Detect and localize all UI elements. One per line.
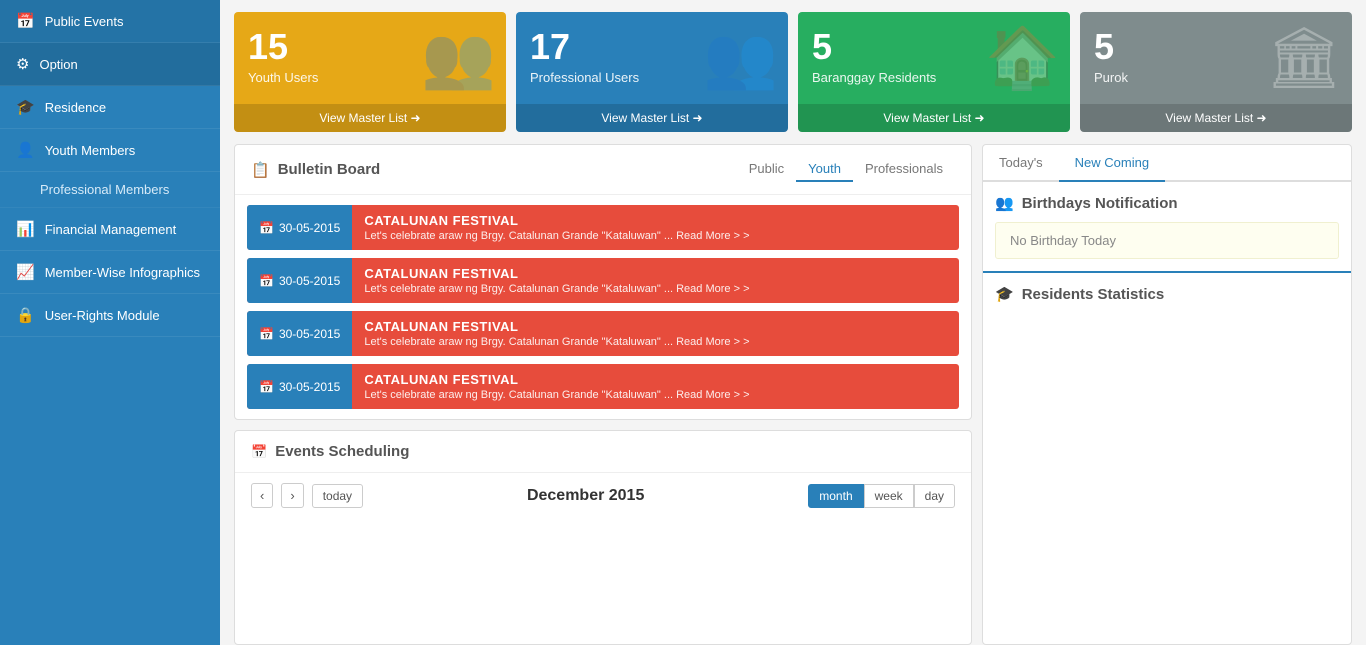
purok-bg-icon: 🏛 <box>1266 22 1342 93</box>
tab-new-coming[interactable]: New Coming <box>1059 145 1165 182</box>
calendar-events-icon: 📅 <box>251 444 267 460</box>
stat-card-purok: 🏛 5 Purok View Master List ➜ <box>1080 12 1352 132</box>
youth-users-bg-icon: 👥 <box>421 22 496 93</box>
bulletin-text: CATALUNAN FESTIVAL Let's celebrate araw … <box>352 205 761 250</box>
residents-statistics-title: 🎓 Residents Statistics <box>995 285 1339 303</box>
no-birthday-message: No Birthday Today <box>995 222 1339 259</box>
sidebar-item-label: Option <box>39 57 77 72</box>
purok-view-link[interactable]: View Master List ➜ <box>1080 104 1352 132</box>
bulletin-board-panel: 📋 Bulletin Board Public Youth Profession… <box>234 144 972 420</box>
calendar-month-view-button[interactable]: month <box>808 484 863 508</box>
events-scheduling-panel: 📅 Events Scheduling ‹ › today December 2… <box>234 430 972 645</box>
sidebar-item-user-rights-module[interactable]: 🔒 User-Rights Module <box>0 294 220 337</box>
tab-public[interactable]: Public <box>737 157 796 182</box>
sidebar: 📅 Public Events ⚙ Option 🎓 Residence 👤 Y… <box>0 0 220 645</box>
left-column: 📋 Bulletin Board Public Youth Profession… <box>234 144 972 645</box>
tab-todays[interactable]: Today's <box>983 145 1059 182</box>
sidebar-item-youth-members[interactable]: 👤 Youth Members <box>0 129 220 172</box>
calendar-next-button[interactable]: › <box>281 483 303 508</box>
calendar-week-view-button[interactable]: week <box>864 484 914 508</box>
sidebar-item-residence[interactable]: 🎓 Residence <box>0 86 220 129</box>
bulletin-date: 📅 30-05-2015 <box>247 258 352 303</box>
sidebar-item-label: Professional Members <box>40 182 169 197</box>
bulletin-board-header: 📋 Bulletin Board Public Youth Profession… <box>235 145 971 195</box>
sidebar-item-member-wise-infographics[interactable]: 📈 Member-Wise Infographics <box>0 251 220 294</box>
bulletin-date: 📅 30-05-2015 <box>247 364 352 409</box>
sidebar-item-public-events[interactable]: 📅 Public Events <box>0 0 220 43</box>
residence-icon: 🎓 <box>16 98 35 116</box>
bulletin-date: 📅 30-05-2015 <box>247 311 352 356</box>
public-events-icon: 📅 <box>16 12 35 30</box>
stat-card-baranggay-residents: 🏠 5 Baranggay Residents View Master List… <box>798 12 1070 132</box>
right-panel: Today's New Coming 👥 Birthdays Notificat… <box>982 144 1352 645</box>
calendar-icon: 📅 <box>259 380 274 394</box>
calendar-prev-button[interactable]: ‹ <box>251 483 273 508</box>
option-icon: ⚙ <box>16 55 29 73</box>
sidebar-item-label: Residence <box>45 100 106 115</box>
calendar-icon: 📅 <box>259 274 274 288</box>
bulletin-item[interactable]: 📅 30-05-2015 CATALUNAN FESTIVAL Let's ce… <box>247 364 959 409</box>
youth-users-view-link[interactable]: View Master List ➜ <box>234 104 506 132</box>
youth-members-icon: 👤 <box>16 141 35 159</box>
birthdays-icon: 👥 <box>995 194 1014 212</box>
tab-professionals[interactable]: Professionals <box>853 157 955 182</box>
stat-card-professional-users: 👥 17 Professional Users View Master List… <box>516 12 788 132</box>
baranggay-residents-bg-icon: 🏠 <box>985 22 1060 93</box>
tab-youth[interactable]: Youth <box>796 157 853 182</box>
sidebar-item-label: Youth Members <box>45 143 136 158</box>
middle-row: 📋 Bulletin Board Public Youth Profession… <box>220 144 1366 645</box>
events-scheduling-title: Events Scheduling <box>275 443 409 460</box>
birthdays-notification-title: 👥 Birthdays Notification <box>995 194 1339 212</box>
user-rights-icon: 🔒 <box>16 306 35 324</box>
sidebar-item-label: User-Rights Module <box>45 308 160 323</box>
bulletin-items-list: 📅 30-05-2015 CATALUNAN FESTIVAL Let's ce… <box>235 195 971 419</box>
sidebar-item-professional-members[interactable]: Professional Members <box>0 172 220 208</box>
professional-users-bg-icon: 👥 <box>703 22 778 93</box>
sidebar-item-label: Financial Management <box>45 222 177 237</box>
calendar-month-title: December 2015 <box>371 487 800 505</box>
bulletin-text: CATALUNAN FESTIVAL Let's celebrate araw … <box>352 364 761 409</box>
stat-card-youth-users: 👥 15 Youth Users View Master List ➜ <box>234 12 506 132</box>
calendar-icon: 📅 <box>259 221 274 235</box>
calendar-day-view-button[interactable]: day <box>914 484 955 508</box>
baranggay-residents-view-link[interactable]: View Master List ➜ <box>798 104 1070 132</box>
stat-cards-row: 👥 15 Youth Users View Master List ➜ 👥 17… <box>220 0 1366 144</box>
bulletin-date: 📅 30-05-2015 <box>247 205 352 250</box>
birthdays-section: 👥 Birthdays Notification No Birthday Tod… <box>983 182 1351 271</box>
right-panel-tabs: Today's New Coming <box>983 145 1351 182</box>
bulletin-item[interactable]: 📅 30-05-2015 CATALUNAN FESTIVAL Let's ce… <box>247 311 959 356</box>
residents-stats-icon: 🎓 <box>995 285 1014 303</box>
main-content: 👥 15 Youth Users View Master List ➜ 👥 17… <box>220 0 1366 645</box>
calendar-icon: 📅 <box>259 327 274 341</box>
bulletin-item[interactable]: 📅 30-05-2015 CATALUNAN FESTIVAL Let's ce… <box>247 205 959 250</box>
calendar-today-button[interactable]: today <box>312 484 363 508</box>
calendar-view-buttons: month week day <box>808 484 955 508</box>
financial-management-icon: 📊 <box>16 220 35 238</box>
bulletin-board-title: 📋 Bulletin Board <box>251 161 380 179</box>
bulletin-item[interactable]: 📅 30-05-2015 CATALUNAN FESTIVAL Let's ce… <box>247 258 959 303</box>
bulletin-text: CATALUNAN FESTIVAL Let's celebrate araw … <box>352 258 761 303</box>
infographics-icon: 📈 <box>16 263 35 281</box>
sidebar-item-financial-management[interactable]: 📊 Financial Management <box>0 208 220 251</box>
sidebar-item-label: Member-Wise Infographics <box>45 265 200 280</box>
sidebar-item-option[interactable]: ⚙ Option <box>0 43 220 86</box>
events-scheduling-header: 📅 Events Scheduling <box>235 431 971 473</box>
professional-users-view-link[interactable]: View Master List ➜ <box>516 104 788 132</box>
residents-statistics-section: 🎓 Residents Statistics <box>983 271 1351 315</box>
bulletin-text: CATALUNAN FESTIVAL Let's celebrate araw … <box>352 311 761 356</box>
bulletin-icon: 📋 <box>251 161 270 179</box>
bulletin-board-tabs: Public Youth Professionals <box>737 157 955 182</box>
sidebar-item-label: Public Events <box>45 14 124 29</box>
events-toolbar: ‹ › today December 2015 month week day <box>235 473 971 518</box>
